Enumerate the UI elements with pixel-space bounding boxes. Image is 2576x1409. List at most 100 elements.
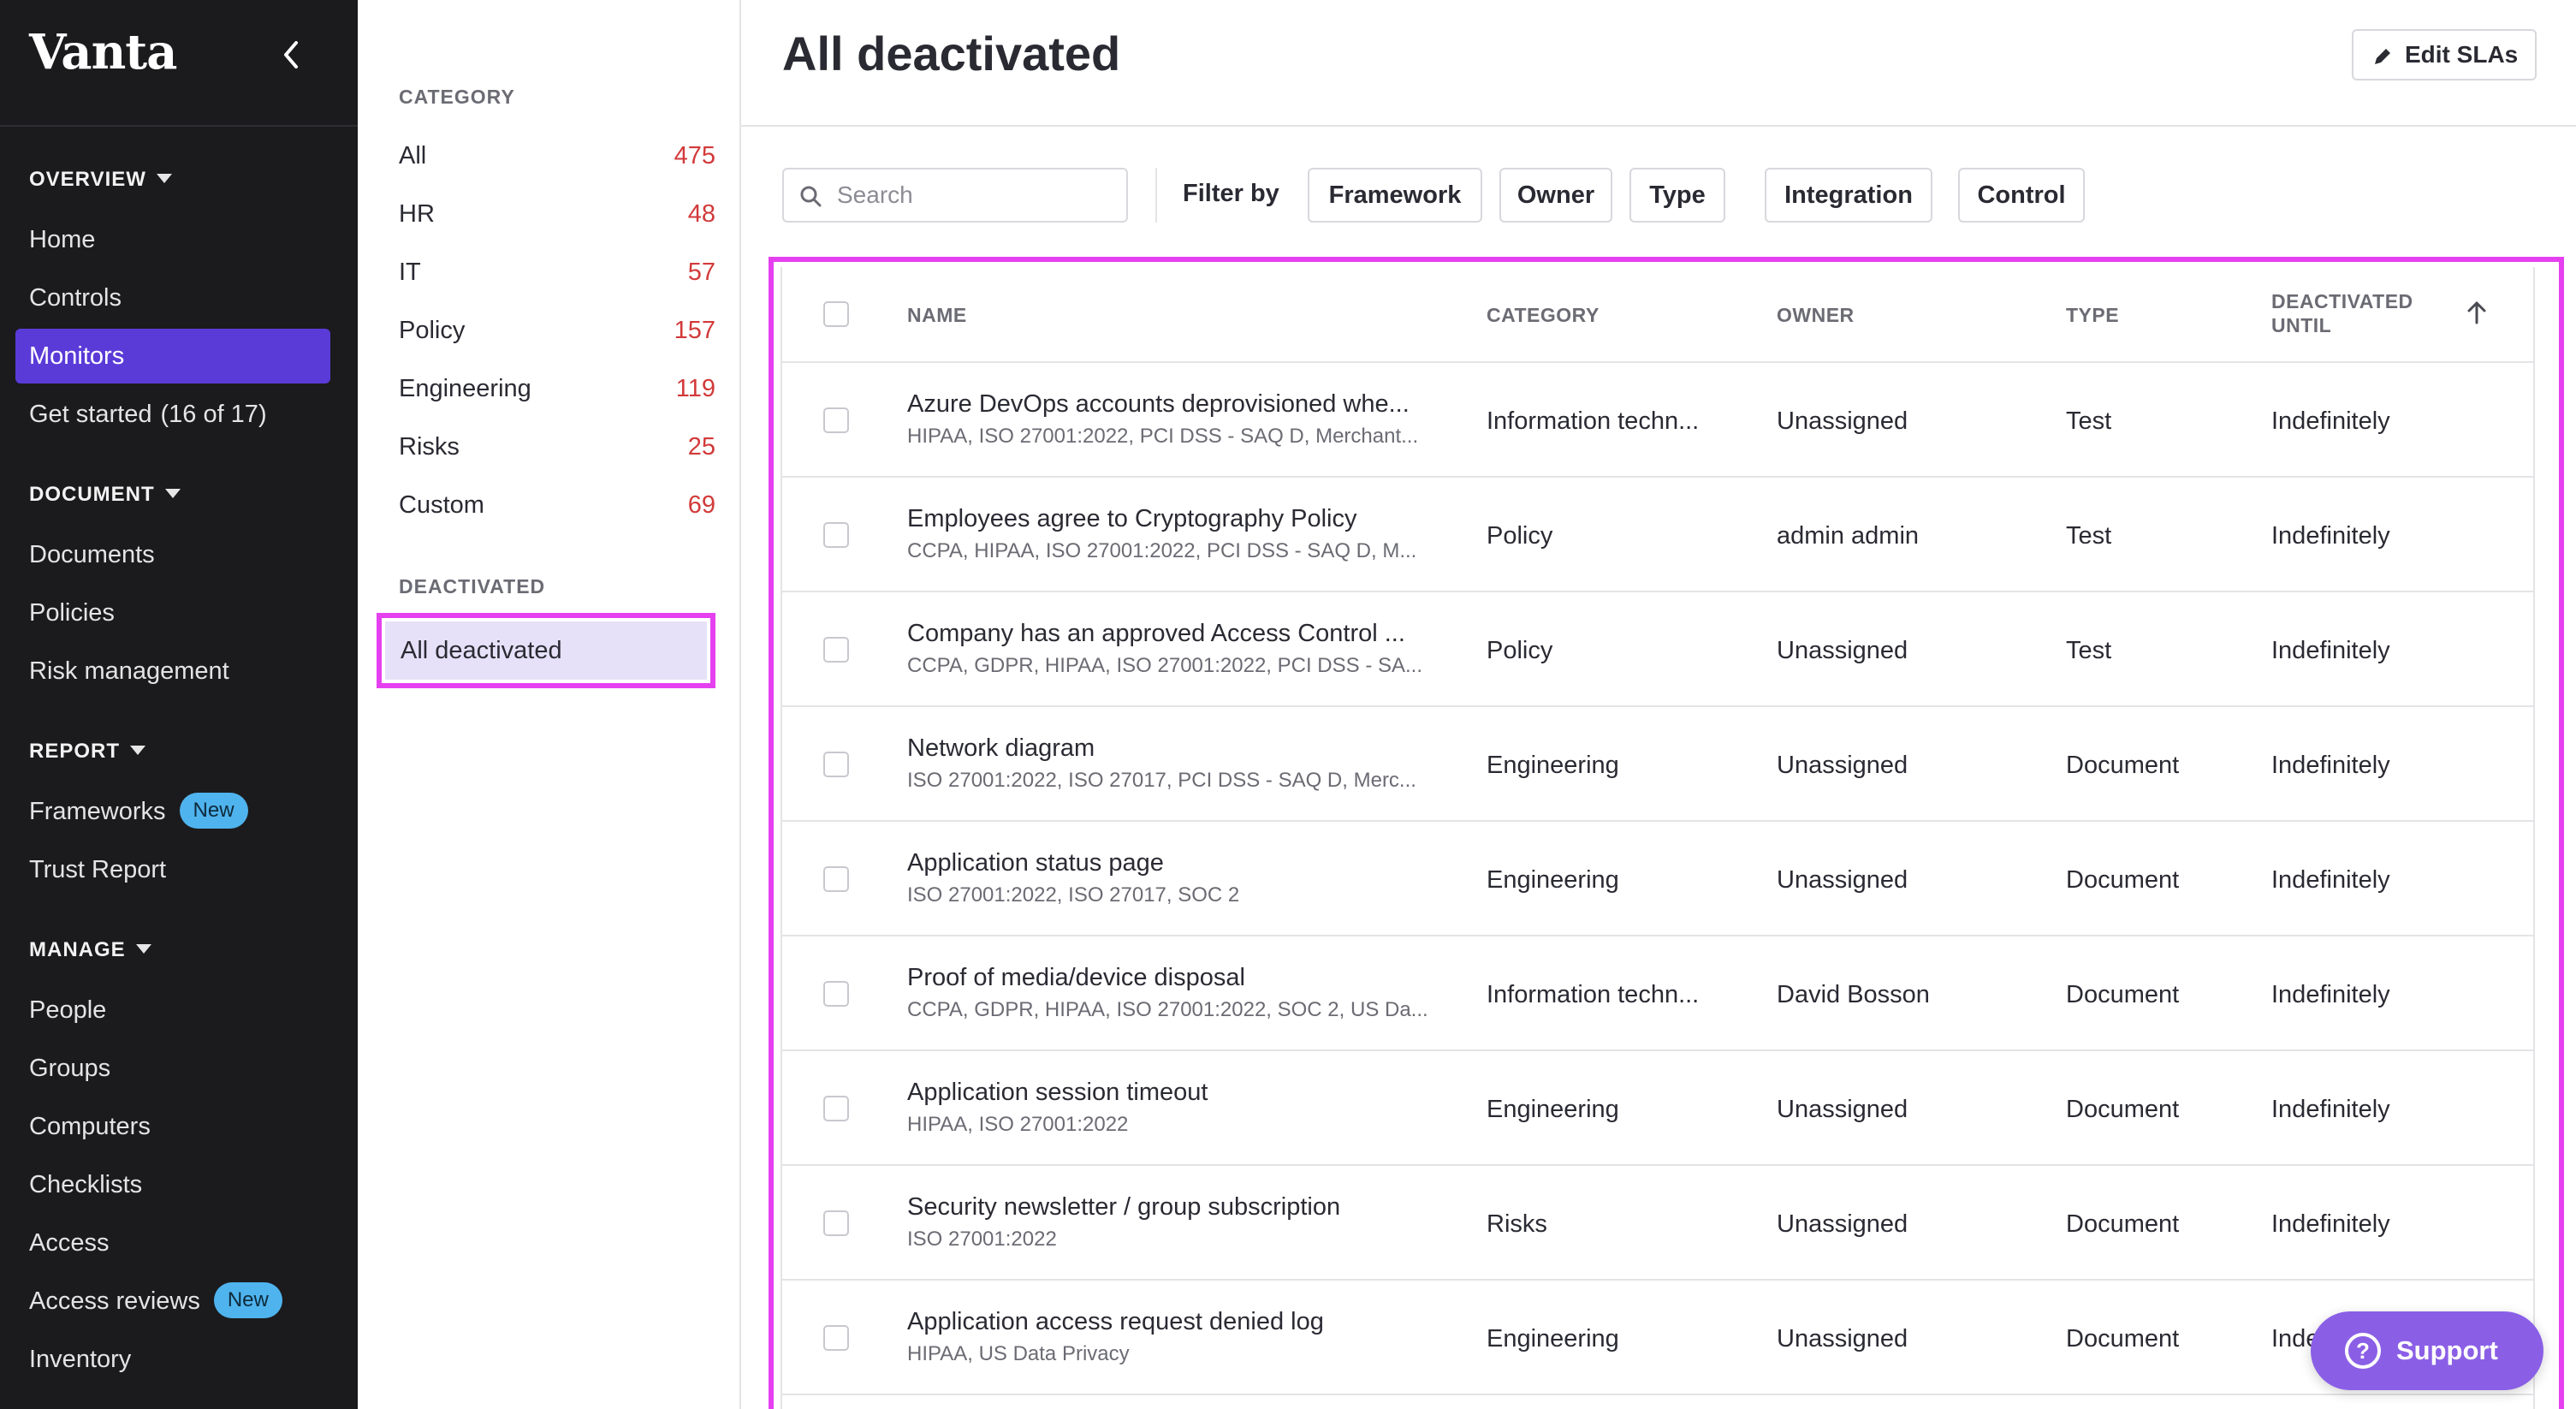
nav-item-risk-management[interactable]: Risk management <box>15 644 330 699</box>
nav-item-home[interactable]: Home <box>15 212 330 267</box>
nav-item-access-reviews[interactable]: Access reviews New <box>15 1274 330 1329</box>
column-header-owner[interactable]: OWNER <box>1777 303 1855 327</box>
category-item-custom[interactable]: Custom 69 <box>399 481 715 529</box>
filter-framework-button[interactable]: Framework <box>1308 168 1482 223</box>
row-frameworks: HIPAA, US Data Privacy <box>907 1342 1130 1365</box>
caret-down-icon <box>156 174 172 183</box>
select-all-checkbox[interactable] <box>823 301 849 327</box>
row-frameworks: ISO 27001:2022, ISO 27017, PCI DSS - SAQ… <box>907 769 1416 792</box>
row-owner: admin admin <box>1777 522 1920 550</box>
nav-item-computers[interactable]: Computers <box>15 1099 330 1154</box>
column-header-type[interactable]: TYPE <box>2066 303 2119 327</box>
category-item-all[interactable]: All 475 <box>399 132 715 180</box>
vanta-logo[interactable]: Vanta <box>29 24 177 80</box>
table-row[interactable]: Employees agree to Cryptography Policy C… <box>782 478 2533 592</box>
nav-item-documents[interactable]: Documents <box>15 527 330 582</box>
filter-integration-button[interactable]: Integration <box>1765 168 1932 223</box>
filter-control-button[interactable]: Control <box>1958 168 2085 223</box>
table-row[interactable]: Application session timeout HIPAA, ISO 2… <box>782 1051 2533 1166</box>
row-frameworks: CCPA, HIPAA, ISO 27001:2022, PCI DSS - S… <box>907 539 1417 562</box>
row-deactivated-until: Indefinitely <box>2271 637 2390 664</box>
sort-ascending-icon[interactable] <box>2465 300 2489 325</box>
table-row[interactable]: Proof of media/device disposal CCPA, GDP… <box>782 936 2533 1051</box>
section-report[interactable]: REPORT <box>29 740 146 764</box>
nav-item-trust-report[interactable]: Trust Report <box>15 842 330 897</box>
section-manage[interactable]: MANAGE <box>29 938 151 962</box>
get-started-progress: (16 of 17) <box>160 401 267 428</box>
caret-down-icon <box>135 944 151 954</box>
nav-item-frameworks[interactable]: Frameworks New <box>15 784 330 839</box>
nav-item-get-started[interactable]: Get started (16 of 17) <box>15 387 330 442</box>
section-overview[interactable]: OVERVIEW <box>29 168 172 192</box>
row-category: Engineering <box>1487 752 1619 779</box>
row-type: Document <box>2066 1210 2180 1238</box>
column-header-name[interactable]: NAME <box>907 303 967 327</box>
nav-item-controls[interactable]: Controls <box>15 271 330 325</box>
row-checkbox[interactable] <box>823 981 849 1007</box>
filter-owner-button[interactable]: Owner <box>1499 168 1612 223</box>
collapse-sidebar-icon[interactable] <box>276 38 306 72</box>
nav-item-monitors[interactable]: Monitors <box>15 329 330 383</box>
row-owner: Unassigned <box>1777 407 1908 435</box>
row-type: Document <box>2066 1096 2180 1123</box>
table-row[interactable]: Application status page ISO 27001:2022, … <box>782 822 2533 936</box>
column-header-category[interactable]: CATEGORY <box>1487 303 1600 327</box>
column-header-deactivated-until[interactable]: DEACTIVATED UNTIL <box>2271 289 2413 337</box>
edit-slas-button[interactable]: Edit SLAs <box>2352 29 2537 80</box>
row-checkbox[interactable] <box>823 1210 849 1236</box>
new-badge: New <box>179 793 248 829</box>
row-frameworks: ISO 27001:2022, ISO 27017, SOC 2 <box>907 883 1240 907</box>
row-owner: Unassigned <box>1777 1096 1908 1123</box>
row-owner: Unassigned <box>1777 1325 1908 1353</box>
category-item-hr[interactable]: HR 48 <box>399 190 715 238</box>
nav-item-groups[interactable]: Groups <box>15 1041 330 1096</box>
filter-type-button[interactable]: Type <box>1629 168 1725 223</box>
category-item-it[interactable]: IT 57 <box>399 248 715 296</box>
row-name: Proof of media/device disposal <box>907 964 1245 991</box>
row-name: Company has an approved Access Control .… <box>907 620 1405 647</box>
nav-item-people[interactable]: People <box>15 983 330 1037</box>
row-category: Risks <box>1487 1210 1547 1238</box>
row-category: Engineering <box>1487 866 1619 894</box>
table-row[interactable]: Network diagram ISO 27001:2022, ISO 2701… <box>782 707 2533 822</box>
row-category: Information techn... <box>1487 981 1700 1008</box>
row-name: Application session timeout <box>907 1079 1208 1106</box>
row-frameworks: CCPA, GDPR, HIPAA, ISO 27001:2022, SOC 2… <box>907 998 1428 1021</box>
section-document[interactable]: DOCUMENT <box>29 483 181 507</box>
row-category: Engineering <box>1487 1325 1619 1353</box>
search-input[interactable] <box>837 176 1111 214</box>
category-item-policy[interactable]: Policy 157 <box>399 306 715 354</box>
table-row[interactable]: Azure DevOps accounts deprovisioned whe.… <box>782 363 2533 478</box>
row-checkbox[interactable] <box>823 637 849 663</box>
nav-item-checklists[interactable]: Checklists <box>15 1157 330 1212</box>
table-row[interactable]: Company has an approved Access Control .… <box>782 592 2533 707</box>
row-name: Employees agree to Cryptography Policy <box>907 505 1357 532</box>
row-checkbox[interactable] <box>823 752 849 777</box>
row-name: Azure DevOps accounts deprovisioned whe.… <box>907 390 1410 418</box>
search-field[interactable] <box>782 168 1128 223</box>
row-checkbox[interactable] <box>823 1096 849 1121</box>
category-item-risks[interactable]: Risks 25 <box>399 423 715 471</box>
row-checkbox[interactable] <box>823 866 849 892</box>
table-row[interactable]: Application access request denied log HI… <box>782 1281 2533 1395</box>
row-deactivated-until: Indefinitely <box>2271 1210 2390 1238</box>
nav-item-access[interactable]: Access <box>15 1216 330 1270</box>
row-frameworks: HIPAA, ISO 27001:2022, PCI DSS - SAQ D, … <box>907 425 1419 448</box>
row-checkbox[interactable] <box>823 407 849 433</box>
nav-item-inventory[interactable]: Inventory <box>15 1332 330 1387</box>
category-count: 475 <box>674 142 715 169</box>
row-deactivated-until: Indefinitely <box>2271 981 2390 1008</box>
row-checkbox[interactable] <box>823 522 849 548</box>
table-row[interactable]: Security newsletter / group subscription… <box>782 1166 2533 1281</box>
pencil-icon <box>2375 49 2390 64</box>
help-question-icon: ? <box>2345 1333 2381 1369</box>
row-owner: Unassigned <box>1777 752 1908 779</box>
category-item-engineering[interactable]: Engineering 119 <box>399 365 715 413</box>
support-button[interactable]: ? Support <box>2311 1311 2543 1390</box>
nav-item-policies[interactable]: Policies <box>15 586 330 640</box>
table-header: NAME CATEGORY OWNER TYPE DEACTIVATED UNTI… <box>782 267 2533 363</box>
category-item-all-deactivated[interactable]: All deactivated <box>377 613 715 688</box>
row-checkbox[interactable] <box>823 1325 849 1351</box>
row-name: Security newsletter / group subscription <box>907 1193 1341 1221</box>
row-name: Network diagram <box>907 734 1095 762</box>
